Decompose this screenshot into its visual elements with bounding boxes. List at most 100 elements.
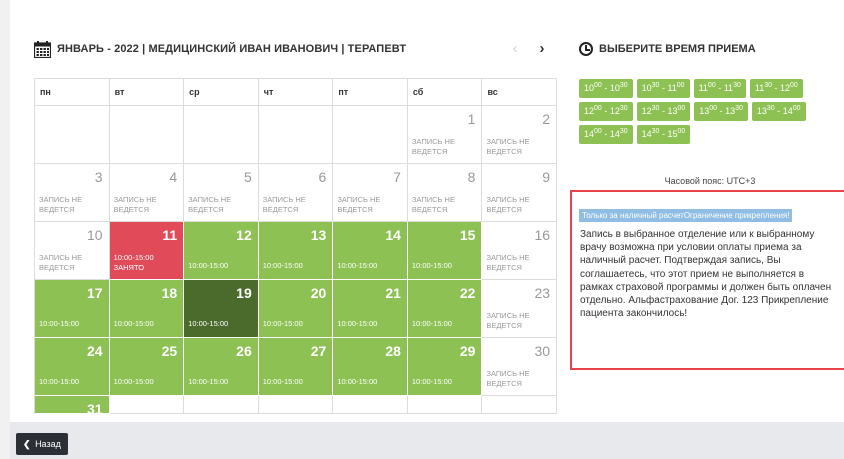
day-note: ЗАПИСЬ НЕ ВЕДЕТСЯ <box>262 195 306 214</box>
day-number: 10 <box>87 227 103 243</box>
day-time: 10:00-15:00 <box>262 319 303 328</box>
day-note: ЗАПИСЬ НЕ ВЕДЕТСЯ <box>486 195 530 214</box>
day-time: 10:00-15:00 <box>262 377 303 386</box>
day-cell-2: 2 ЗАПИСЬ НЕ ВЕДЕТСЯ <box>482 106 558 164</box>
time-slot-button[interactable]: 1330 - 1400 <box>751 102 806 121</box>
slots-title: ВЫБЕРИТЕ ВРЕМЯ ПРИЕМА <box>599 43 756 55</box>
calendar-week: 17 10:00-15:00 18 10:00-15:00 19 10:00-1… <box>35 280 558 338</box>
day-note: ЗАПИСЬ НЕ ВЕДЕТСЯ <box>486 369 530 388</box>
calendar-grid: пн вт ср чт пт сб вс 1 ЗАПИСЬ НЕ ВЕДЕТСЯ… <box>34 78 558 414</box>
next-month-icon[interactable]: › <box>532 38 552 60</box>
day-time: 10:00-15:00 <box>188 261 229 270</box>
day-number: 15 <box>459 227 476 243</box>
time-slot-button[interactable]: 1130 - 1200 <box>749 79 803 98</box>
timezone-label: Часовой пояс: UTC+3 <box>664 176 756 186</box>
day-number: 3 <box>94 169 103 185</box>
empty-day-cell <box>482 396 557 414</box>
notice-text: Запись в выбранное отделение или к выбра… <box>580 229 832 320</box>
empty-day-cell <box>184 396 259 414</box>
back-button[interactable]: ❮ Назад <box>16 433 68 455</box>
day-cell-14[interactable]: 14 10:00-15:00 <box>333 222 408 280</box>
weekday-tue: вт <box>109 79 185 106</box>
calendar-week: 31 <box>35 396 557 414</box>
time-slot-button[interactable]: 1430 - 1500 <box>636 125 691 144</box>
time-slot-button[interactable]: 1400 - 1430 <box>579 125 633 144</box>
time-slot-button[interactable]: 1000 - 1030 <box>579 79 633 98</box>
time-slot-button[interactable]: 1300 - 1330 <box>694 102 748 121</box>
day-time: 10:00-15:00 <box>188 377 229 386</box>
day-time: 10:00-15:00 <box>39 319 80 328</box>
weekday-sat: сб <box>407 79 483 106</box>
day-cell-25[interactable]: 25 10:00-15:00 <box>109 338 185 396</box>
day-cell-26[interactable]: 26 10:00-15:00 <box>184 338 259 396</box>
day-number: 11 <box>162 227 178 243</box>
day-cell-5: 5 ЗАПИСЬ НЕ ВЕДЕТСЯ <box>184 164 259 222</box>
day-number: 28 <box>385 343 401 359</box>
day-cell-12[interactable]: 12 10:00-15:00 <box>184 222 259 280</box>
day-number: 14 <box>385 227 401 243</box>
empty-day-cell <box>407 396 483 414</box>
day-cell-10: 10 ЗАПИСЬ НЕ ВЕДЕТСЯ <box>35 222 110 280</box>
empty-day-cell <box>109 396 185 414</box>
day-time: 10:00-15:00 <box>113 377 154 386</box>
empty-day-cell <box>333 396 408 414</box>
day-cell-4: 4 ЗАПИСЬ НЕ ВЕДЕТСЯ <box>109 164 185 222</box>
day-cell-15[interactable]: 15 10:00-15:00 <box>407 222 483 280</box>
day-cell-6: 6 ЗАПИСЬ НЕ ВЕДЕТСЯ <box>258 164 334 222</box>
notice-box: Только за наличный расчетОграничение при… <box>570 190 844 370</box>
day-number: 12 <box>236 227 252 243</box>
day-cell-7: 7 ЗАПИСЬ НЕ ВЕДЕТСЯ <box>333 164 408 222</box>
day-note: ЗАПИСЬ НЕ ВЕДЕТСЯ <box>486 311 530 330</box>
day-cell-24[interactable]: 24 10:00-15:00 <box>35 338 110 396</box>
day-cell-1: 1 ЗАПИСЬ НЕ ВЕДЕТСЯ <box>407 106 483 164</box>
empty-day-cell <box>109 106 185 164</box>
day-number: 17 <box>87 285 103 301</box>
day-number: 19 <box>236 285 252 301</box>
day-number: 8 <box>467 169 476 185</box>
day-number: 22 <box>459 285 476 301</box>
empty-day-cell <box>184 106 259 164</box>
day-number: 21 <box>385 285 401 301</box>
empty-day-cell <box>35 106 110 164</box>
day-cell-11[interactable]: 11 10:00-15:00 ЗАНЯТО <box>109 222 185 280</box>
day-cell-29[interactable]: 29 10:00-15:00 <box>407 338 483 396</box>
day-cell-20[interactable]: 20 10:00-15:00 <box>258 280 334 338</box>
day-note: ЗАПИСЬ НЕ ВЕДЕТСЯ <box>113 195 157 214</box>
day-cell-28[interactable]: 28 10:00-15:00 <box>333 338 408 396</box>
time-slot-button[interactable]: 1100 - 1130 <box>693 79 746 98</box>
day-number: 23 <box>534 285 551 301</box>
day-cell-27[interactable]: 27 10:00-15:00 <box>258 338 334 396</box>
day-note: ЗАПИСЬ НЕ ВЕДЕТСЯ <box>486 137 530 156</box>
day-cell-17[interactable]: 17 10:00-15:00 <box>35 280 110 338</box>
day-time: 10:00-15:00 <box>337 261 378 270</box>
time-slot-button[interactable]: 1030 - 1100 <box>636 79 690 98</box>
day-cell-21[interactable]: 21 10:00-15:00 <box>333 280 408 338</box>
weekday-wed: ср <box>184 79 259 106</box>
day-note: ЗАПИСЬ НЕ ВЕДЕТСЯ <box>39 195 83 214</box>
time-slot-list: 1000 - 1030 1030 - 1100 1100 - 1130 1130… <box>579 79 841 148</box>
chevron-left-icon: ❮ <box>23 439 31 449</box>
empty-day-cell <box>258 396 334 414</box>
day-cell-31[interactable]: 31 <box>35 396 110 414</box>
day-time: 10:00-15:00 <box>188 319 229 328</box>
day-cell-18[interactable]: 18 10:00-15:00 <box>109 280 185 338</box>
slots-header: ВЫБЕРИТЕ ВРЕМЯ ПРИЕМА <box>579 38 756 60</box>
time-slot-button[interactable]: 1200 - 1230 <box>579 102 633 121</box>
day-number: 16 <box>534 227 551 243</box>
day-number: 7 <box>393 169 401 185</box>
day-time: 10:00-15:00 <box>113 253 154 262</box>
left-band <box>0 0 10 459</box>
prev-month-icon[interactable]: ‹ <box>505 38 525 60</box>
day-status: ЗАНЯТО <box>113 263 145 272</box>
calendar-week: 3 ЗАПИСЬ НЕ ВЕДЕТСЯ 4 ЗАПИСЬ НЕ ВЕДЕТСЯ … <box>35 164 558 222</box>
calendar-header: ЯНВАРЬ - 2022 | МЕДИЦИНСКИЙ ИВАН ИВАНОВИ… <box>33 38 406 60</box>
day-cell-13[interactable]: 13 10:00-15:00 <box>258 222 334 280</box>
day-time: 10:00-15:00 <box>337 377 378 386</box>
day-cell-19-selected[interactable]: 19 10:00-15:00 <box>184 280 259 338</box>
time-slot-button[interactable]: 1230 - 1300 <box>636 102 691 121</box>
day-number: 5 <box>243 169 252 185</box>
day-number: 25 <box>161 343 178 359</box>
day-cell-22[interactable]: 22 10:00-15:00 <box>407 280 483 338</box>
clock-icon <box>579 42 593 56</box>
day-number: 1 <box>467 111 476 127</box>
